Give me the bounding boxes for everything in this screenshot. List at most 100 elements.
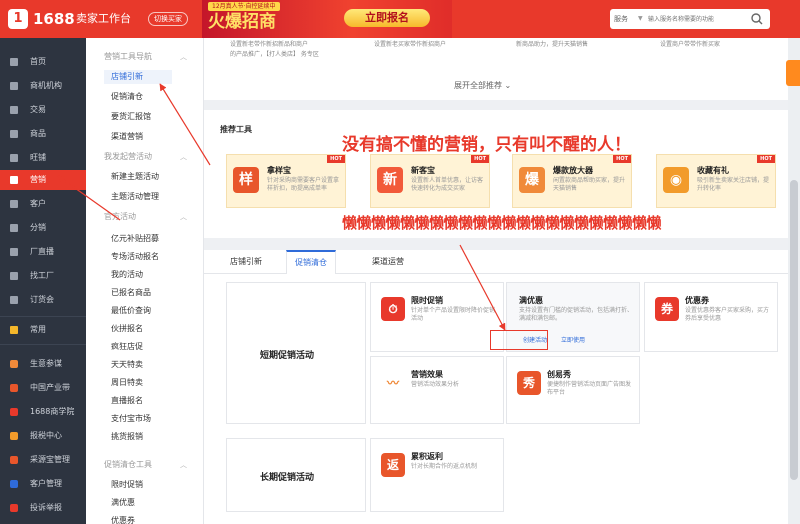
recommend-card-text[interactable]: 新商品助力，提升天猫销售 <box>516 40 636 49</box>
subnav-item-goods-report[interactable]: 要货汇报馆 <box>111 110 151 124</box>
subnav-item[interactable]: 天天特卖 <box>111 358 143 372</box>
subnav-item[interactable]: 周日特卖 <box>111 376 143 390</box>
search-input[interactable] <box>648 12 744 26</box>
activity-card-rebate[interactable]: 返 累积返利 针对长期合作的返点机制 <box>370 438 504 512</box>
subnav-item-coupon[interactable]: 优惠券 <box>111 514 135 524</box>
banner-signup-button[interactable]: 立即报名 <box>344 9 430 27</box>
sidebar-item-label: 找工厂 <box>30 271 54 280</box>
star-icon <box>10 326 18 334</box>
subnav-item-channel[interactable]: 渠道营销 <box>111 130 143 144</box>
subnav-item[interactable]: 支付宝市场 <box>111 412 151 426</box>
sidebar-item-live[interactable]: 厂直播 <box>0 242 86 262</box>
recommend-card-sub: 的产品推广，【打人类店】 务专区 <box>230 51 319 58</box>
subnav-item-shop-new[interactable]: 店铺引新 <box>104 70 172 84</box>
sidebar-item-label: 生意参谋 <box>30 359 62 368</box>
activity-card-creative-show[interactable]: 秀 创易秀 便捷制作营销活动页面广告图发布平台 <box>506 356 640 424</box>
use-now-link[interactable]: 立即使用 <box>561 335 585 344</box>
section-gap <box>204 100 788 110</box>
subnav-item-new-theme[interactable]: 新建主题活动 <box>111 170 159 184</box>
chevron-down-icon[interactable]: ▼ <box>638 9 643 29</box>
sidebar-item-complaints[interactable]: 投诉举报 <box>0 498 86 518</box>
sidebar-item-customers[interactable]: 客户 <box>0 194 86 214</box>
subnav-item[interactable]: 直播报名 <box>111 394 143 408</box>
subnav-group-title[interactable]: 我发起营活动 <box>104 150 152 164</box>
recommend-card-text[interactable]: 设置新老买家带作新招商户 <box>374 40 494 49</box>
academy-icon <box>10 408 18 416</box>
sidebar-item-shop[interactable]: 旺铺 <box>0 148 86 168</box>
sidebar-item-business-advisor[interactable]: 生意参谋 <box>0 354 86 374</box>
tool-desc: 闲置款商品帮助买家，提升天猫销售 <box>553 177 626 192</box>
sidebar-item-label: 投诉举报 <box>30 503 62 512</box>
sidebar-item-industry-belt[interactable]: 中国产业带 <box>0 378 86 398</box>
chevron-up-icon[interactable]: ︿ <box>180 458 187 472</box>
subnav-item-clearance[interactable]: 促销清仓 <box>111 90 143 104</box>
activity-desc: 设置优惠券客户买家采购，买方券后享受优惠 <box>685 307 770 322</box>
section-gap <box>204 238 788 250</box>
promo-tabs: 店铺引新 促销清仓 渠道运营 <box>204 250 788 274</box>
expand-all-link[interactable]: 展开全部推荐 ⌄ <box>454 80 511 91</box>
subnav-item[interactable]: 伙拼报名 <box>111 322 143 336</box>
tab-channel[interactable]: 渠道运营 <box>364 250 412 274</box>
coupon-icon: 券 <box>655 297 679 321</box>
tool-card-hot-amplifier[interactable]: 爆 爆款放大器 闲置款商品帮助买家，提升天猫销售 HOT <box>512 154 632 208</box>
subnav-item[interactable]: 专场活动报名 <box>111 250 159 264</box>
subnav-item[interactable]: 疯狂店促 <box>111 340 143 354</box>
switch-buyer-button[interactable]: 切换买家 <box>148 12 188 26</box>
activity-card-coupon[interactable]: 券 优惠券 设置优惠券客户买家采购，买方券后享受优惠 <box>644 282 778 352</box>
tool-name: 新客宝 <box>411 166 435 175</box>
calendar-icon <box>10 296 18 304</box>
chevron-up-icon[interactable]: ︿ <box>180 210 187 224</box>
activity-card-flash-sale[interactable]: ⏱ 限时促销 针对单个产品设置限时降价促销活动 <box>370 282 504 352</box>
sidebar-item-tax-center[interactable]: 报税中心 <box>0 426 86 446</box>
subnav-item[interactable]: 挑货报销 <box>111 430 143 444</box>
activity-card-effect[interactable]: 〰 营销效果 营销活动效果分析 <box>370 356 504 424</box>
tool-card-favorite-gift[interactable]: ◉ 收藏有礼 吸引新生卖家关注店铺，提升转化率 HOT <box>656 154 776 208</box>
subnav-item[interactable]: 亿元补贴招募 <box>111 232 159 246</box>
product-icon <box>10 130 18 138</box>
subnav-item[interactable]: 已报名商品 <box>111 286 151 300</box>
sidebar-item-favorites[interactable]: 常用 <box>0 320 86 340</box>
subnav-item[interactable]: 最低价查询 <box>111 304 151 318</box>
tool-card-sample[interactable]: 样 拿样宝 针对采购商需要客户设置拿样折扣，助提高成单率 HOT <box>226 154 346 208</box>
sidebar-item-label: 营销 <box>30 175 46 184</box>
recommend-card-text[interactable]: 设置新老带作新招新品和商户 <box>230 40 350 49</box>
sidebar-item-home[interactable]: 首页 <box>0 52 86 72</box>
tool-card-new-customer[interactable]: 新 新客宝 设置新人首单优惠，让访客快速转化为成交买家 HOT <box>370 154 490 208</box>
chevron-up-icon[interactable]: ︿ <box>180 150 187 164</box>
top-bar: 1 1688 卖家工作台 切换买家 12月真人节·自控延续中 火爆招商 立即报名… <box>0 0 800 38</box>
recommend-tools-title: 推荐工具 <box>220 125 252 134</box>
subnav-group-title[interactable]: 官方活动 <box>104 210 136 224</box>
main-content: 设置新老带作新招新品和商户 的产品推广，【打人类店】 务专区 设置新老买家带作新… <box>204 38 788 524</box>
tab-shop-new[interactable]: 店铺引新 <box>222 250 270 274</box>
search-icon[interactable] <box>750 12 764 26</box>
annotation-text: 没有搞不懂的营销，只有叫不醒的人！ <box>342 135 631 155</box>
activity-name: 限时促销 <box>411 296 443 305</box>
recommend-card-text[interactable]: 设置商户带带作新买家 <box>660 40 780 49</box>
tab-clearance[interactable]: 促销清仓 <box>286 250 336 274</box>
search-category-select[interactable]: 服务 <box>614 9 628 29</box>
subnav-group-title[interactable]: 营销工具导航 <box>104 50 152 64</box>
sidebar-item-distribution[interactable]: 分销 <box>0 218 86 238</box>
sidebar-item-opportunity[interactable]: 商机机构 <box>0 76 86 96</box>
sidebar-item-trade[interactable]: 交易 <box>0 100 86 120</box>
scrollbar-thumb[interactable] <box>790 180 798 480</box>
sidebar-item-source-manage[interactable]: 采源宝管理 <box>0 450 86 470</box>
sidebar-item-marketing[interactable]: 营销 <box>0 170 86 190</box>
activity-desc: 支持设置有门槛的促销活动，包括满打折、满减和满包邮。 <box>519 307 634 322</box>
sidebar-item-products[interactable]: 商品 <box>0 124 86 144</box>
logo-icon[interactable]: 1 <box>8 9 28 29</box>
activity-name: 累积返利 <box>411 452 443 461</box>
subnav-item-flash-sale[interactable]: 限时促销 <box>111 478 143 492</box>
promo-banner[interactable]: 12月真人节·自控延续中 火爆招商 立即报名 <box>202 0 452 38</box>
sidebar-item-factory[interactable]: 找工厂 <box>0 266 86 286</box>
activity-desc: 针对长期合作的返点机制 <box>411 463 478 470</box>
sidebar-item-order-fair[interactable]: 订货会 <box>0 290 86 310</box>
subnav-item-theme-manage[interactable]: 主题活动管理 <box>111 190 159 204</box>
sidebar-item-academy[interactable]: 1688商学院 <box>0 402 86 422</box>
subnav-group-title[interactable]: 促销清仓工具 <box>104 458 152 472</box>
subnav-item[interactable]: 我的活动 <box>111 268 143 282</box>
chevron-up-icon[interactable]: ︿ <box>180 50 187 64</box>
subnav-item-full-discount[interactable]: 满优惠 <box>111 496 135 510</box>
feedback-icon[interactable] <box>786 60 800 86</box>
sidebar-item-crm[interactable]: 客户管理 <box>0 474 86 494</box>
